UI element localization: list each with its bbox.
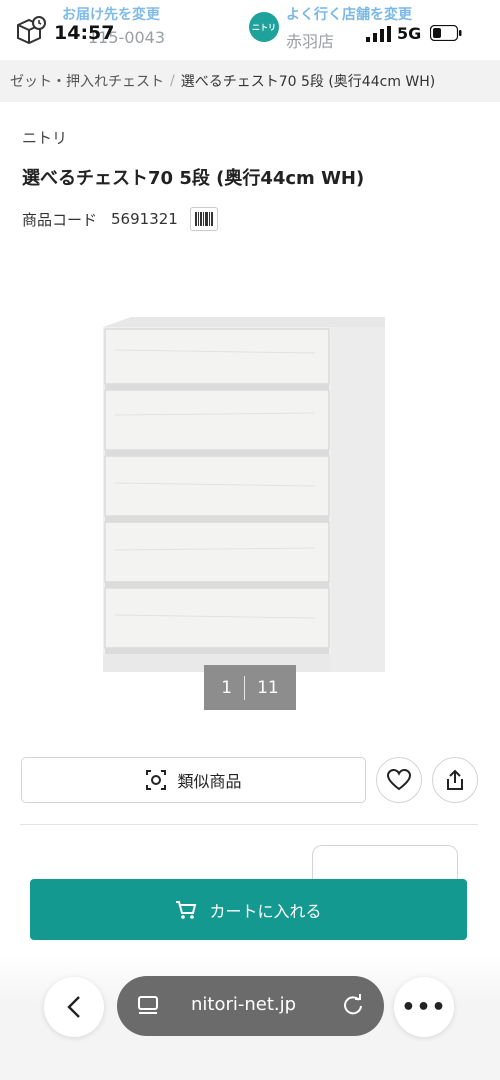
breadcrumb-item-category[interactable]: ゼット・押入れチェスト xyxy=(10,71,164,91)
similar-products-button[interactable]: 類似商品 xyxy=(21,757,366,803)
box-icon[interactable] xyxy=(14,14,48,48)
section-divider xyxy=(20,824,478,825)
add-to-cart-button[interactable]: カートに入れる xyxy=(30,879,467,940)
tabs-icon[interactable] xyxy=(137,995,159,1017)
clock-time: 14:57 xyxy=(54,22,115,44)
signal-icon xyxy=(366,26,391,42)
breadcrumb: ゼット・押入れチェスト / 選べるチェスト70 5段 (奥行44cm WH) xyxy=(0,60,500,102)
brand-name[interactable]: ニトリ xyxy=(22,127,67,148)
product-image[interactable] xyxy=(95,305,395,685)
nitori-logo-icon: ニトリ xyxy=(249,12,279,42)
product-title: 選べるチェスト70 5段 (奥行44cm WH) xyxy=(22,168,365,189)
image-counter-current: 1 xyxy=(221,677,233,698)
cart-icon xyxy=(176,900,197,919)
image-counter: 1 11 xyxy=(204,665,296,710)
change-store-link[interactable]: よく行く店舗を変更 xyxy=(286,4,412,24)
store-name: 赤羽店 xyxy=(286,32,335,51)
breadcrumb-item-current: 選べるチェスト70 5段 (奥行44cm WH) xyxy=(180,74,436,90)
address-bar[interactable]: nitori-net.jp xyxy=(117,976,384,1036)
image-counter-total: 11 xyxy=(257,677,279,698)
change-delivery-link[interactable]: お届け先を変更 xyxy=(62,4,160,24)
product-code-label: 商品コード xyxy=(22,210,98,229)
camera-search-icon xyxy=(146,770,167,790)
favorite-button[interactable] xyxy=(376,757,422,803)
similar-products-label: 類似商品 xyxy=(177,772,242,791)
status-bar: お届け先を変更 115-0043 14:57 ニトリ よく行く店舗を変更 赤羽店… xyxy=(0,0,500,58)
battery-icon xyxy=(430,25,462,41)
breadcrumb-separator: / xyxy=(170,73,175,89)
share-button[interactable] xyxy=(432,757,478,803)
image-counter-divider xyxy=(244,675,246,700)
share-icon xyxy=(447,769,463,790)
product-code: 5691321 xyxy=(111,210,178,228)
more-options-button[interactable]: ••• xyxy=(394,977,454,1037)
reload-icon[interactable] xyxy=(342,994,364,1016)
heart-icon xyxy=(387,769,411,791)
barcode-button[interactable] xyxy=(189,207,218,231)
barcode-icon xyxy=(194,212,213,226)
network-type: 5G xyxy=(397,24,422,43)
back-button[interactable] xyxy=(44,977,104,1037)
back-icon xyxy=(67,996,80,1018)
product-code-row: 商品コード 5691321 xyxy=(22,207,218,231)
url-text[interactable]: nitori-net.jp xyxy=(191,994,296,1015)
add-to-cart-label: カートに入れる xyxy=(209,901,322,921)
more-icon: ••• xyxy=(401,994,447,1020)
